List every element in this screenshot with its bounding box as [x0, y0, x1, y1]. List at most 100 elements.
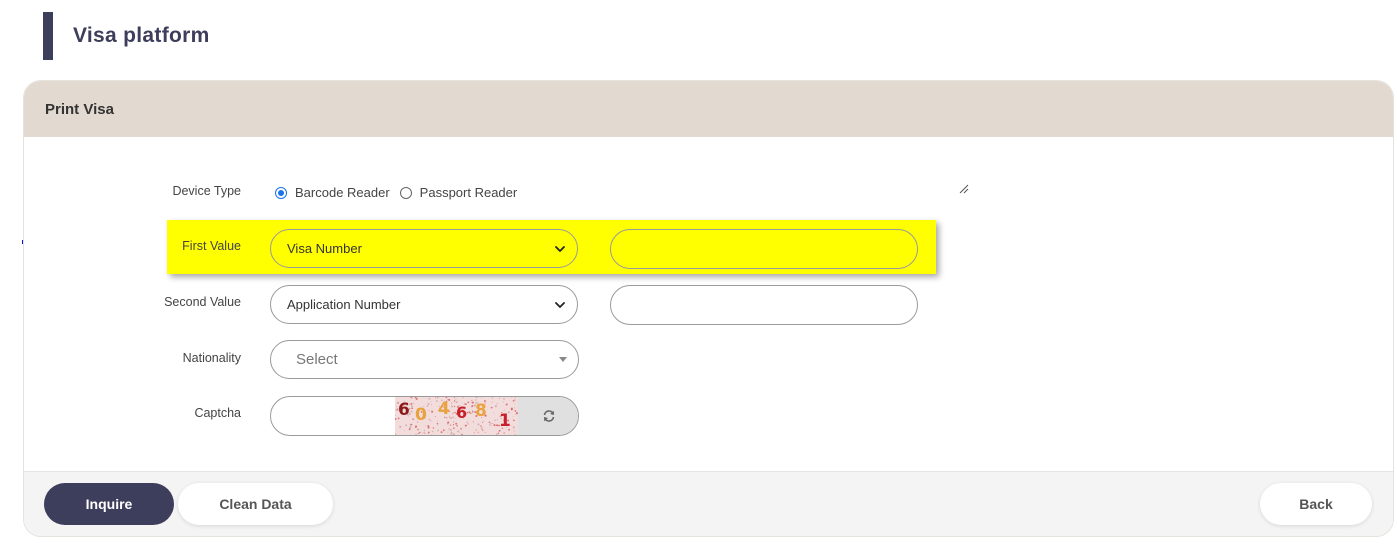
- captcha-noise-dot: [395, 417, 397, 420]
- captcha-noise-dot: [470, 401, 472, 403]
- captcha-noise-dot: [434, 415, 436, 417]
- captcha-input[interactable]: [271, 397, 395, 435]
- captcha-noise-dot: [480, 425, 482, 427]
- clean-data-button[interactable]: Clean Data: [178, 483, 333, 525]
- nationality-select-placeholder: Select: [296, 351, 338, 368]
- captcha-noise-dot: [428, 418, 430, 420]
- captcha-noise-dot: [432, 427, 435, 429]
- captcha-noise-dot: [435, 397, 437, 399]
- captcha-noise-dot: [471, 411, 474, 414]
- captcha-noise-dot: [505, 403, 508, 406]
- captcha-noise-dot: [481, 422, 483, 424]
- captcha-noise-dot: [452, 424, 455, 426]
- inquire-button[interactable]: Inquire: [44, 483, 174, 525]
- captcha-noise-dot: [449, 429, 452, 431]
- captcha-noise-dot: [452, 421, 455, 423]
- captcha-noise-dot: [450, 431, 453, 434]
- captcha-noise-dot: [453, 397, 455, 398]
- captcha-noise-dot: [456, 424, 458, 427]
- captcha-noise-dot: [467, 423, 470, 425]
- captcha-noise-dot: [514, 403, 516, 405]
- captcha-noise-dot: [493, 412, 495, 414]
- captcha-noise-dot: [453, 412, 455, 414]
- captcha-noise-dot: [395, 433, 397, 435]
- captcha-noise-dot: [449, 424, 452, 426]
- captcha-noise-dot: [436, 420, 438, 422]
- captcha-noise-dot: [514, 397, 516, 398]
- captcha-noise-dot: [512, 416, 514, 417]
- captcha-noise-dot: [495, 433, 498, 435]
- captcha-noise-dot: [475, 429, 477, 431]
- captcha-noise-dot: [453, 400, 456, 402]
- captcha-noise-dot: [481, 397, 483, 399]
- radio-passport-reader-input[interactable]: [399, 186, 412, 199]
- first-value-input[interactable]: [610, 229, 918, 269]
- captcha-noise-dot: [490, 422, 492, 424]
- captcha-noise-dot: [431, 404, 432, 406]
- captcha-noise-dot: [412, 418, 414, 420]
- captcha-noise-dot: [410, 410, 413, 413]
- captcha-noise-dot: [409, 426, 412, 429]
- nationality-label: Nationality: [182, 351, 241, 365]
- captcha-noise-dot: [477, 431, 479, 433]
- captcha-noise-dot: [440, 431, 443, 434]
- nationality-select[interactable]: Select: [270, 340, 579, 379]
- captcha-image: 6 0 4 6 8 1: [395, 397, 518, 435]
- captcha-noise-dot: [446, 422, 449, 425]
- captcha-noise-dot: [496, 403, 498, 405]
- radio-passport-reader[interactable]: Passport Reader: [399, 185, 517, 200]
- captcha-refresh-button[interactable]: [518, 397, 578, 435]
- page-header: Visa platform: [43, 12, 210, 60]
- captcha-noise-dot: [424, 432, 426, 434]
- captcha-noise-dot: [492, 422, 494, 424]
- captcha-noise-dot: [423, 429, 426, 432]
- captcha-noise-dot: [472, 421, 474, 423]
- device-type-label: Device Type: [172, 184, 241, 198]
- captcha-noise-dot: [462, 397, 464, 399]
- captcha-noise-dot: [411, 405, 413, 408]
- captcha-char: 8: [475, 401, 487, 421]
- captcha-noise-dot: [480, 427, 483, 430]
- captcha-noise-dot: [430, 401, 432, 403]
- captcha-noise-dot: [482, 429, 484, 431]
- captcha-noise-dot: [415, 433, 417, 435]
- captcha-noise-dot: [447, 431, 449, 433]
- captcha-noise-dot: [428, 397, 431, 400]
- captcha-noise-dot: [428, 409, 430, 412]
- captcha-char: 4: [438, 399, 450, 419]
- captcha-noise-dot: [460, 428, 462, 430]
- second-value-select[interactable]: Application Number: [270, 285, 578, 324]
- captcha-noise-dot: [410, 402, 413, 405]
- captcha-noise-dot: [476, 397, 478, 398]
- captcha-noise-dot: [494, 405, 497, 408]
- second-value-select-text: Application Number: [287, 297, 401, 312]
- captcha-noise-dot: [493, 424, 496, 427]
- captcha-noise-dot: [494, 419, 496, 422]
- radio-barcode-reader[interactable]: Barcode Reader: [275, 185, 390, 200]
- first-value-select[interactable]: Visa Number: [270, 229, 578, 268]
- captcha-noise-dot: [496, 419, 498, 421]
- captcha-noise-dot: [452, 413, 454, 415]
- chevron-down-icon: [555, 246, 565, 252]
- captcha-noise-dot: [430, 434, 432, 435]
- captcha-noise-dot: [513, 419, 515, 422]
- captcha-noise-dot: [457, 430, 460, 433]
- captcha-noise-dot: [424, 425, 426, 427]
- captcha-noise-dot: [399, 425, 402, 428]
- captcha-noise-dot: [499, 397, 500, 399]
- second-value-input[interactable]: [610, 285, 918, 325]
- radio-barcode-reader-label: Barcode Reader: [295, 185, 390, 200]
- captcha-noise-dot: [491, 401, 493, 403]
- captcha-noise-dot: [477, 423, 480, 426]
- captcha-char: 6: [398, 400, 410, 420]
- page-title: Visa platform: [73, 24, 210, 47]
- captcha-noise-dot: [417, 433, 419, 435]
- back-button[interactable]: Back: [1260, 483, 1372, 525]
- radio-barcode-reader-input[interactable]: [275, 186, 287, 199]
- captcha-noise-dot: [395, 414, 396, 417]
- captcha-noise-dot: [427, 432, 430, 435]
- captcha-noise-dot: [404, 430, 405, 431]
- captcha-noise-dot: [429, 419, 432, 422]
- resize-grip-icon[interactable]: [959, 184, 969, 194]
- captcha-noise-dot: [491, 397, 494, 399]
